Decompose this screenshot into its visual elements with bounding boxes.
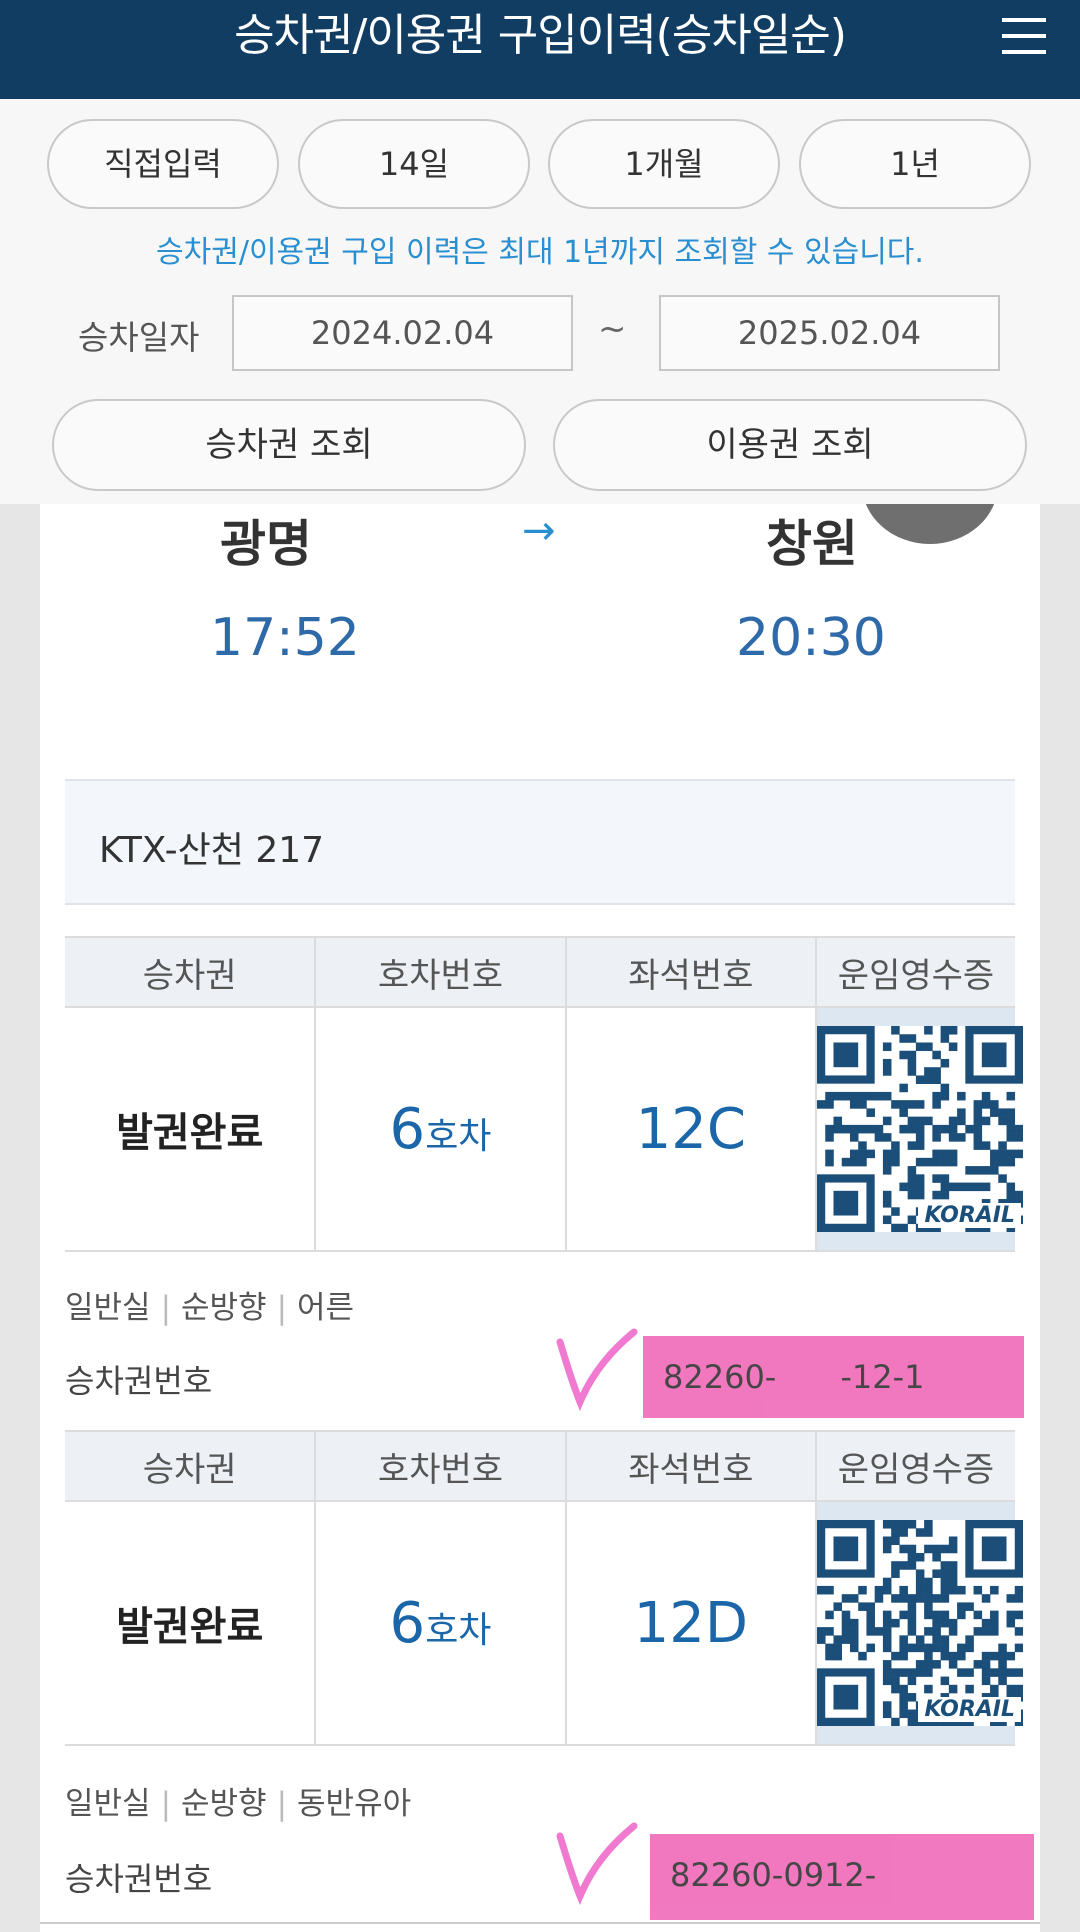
bottom-divider <box>40 1922 1040 1924</box>
seat-number: 12C <box>635 1096 746 1162</box>
period-info-text: 승차권/이용권 구입 이력은 최대 1년까지 조회할 수 있습니다. <box>156 235 924 270</box>
seat-direction: 순방향 <box>181 1290 267 1326</box>
car-cell: 6호차 <box>315 1501 567 1746</box>
period-1year-button[interactable]: 1년 <box>799 119 1031 209</box>
ticket-number: 82260-0912-12 -64 <box>650 1834 1034 1920</box>
ticket-card: 광명 → 창원 17:52 20:30 KTX-산천 217 승차권 호차번호 … <box>40 504 1040 1932</box>
seat-cell: 12C <box>565 1007 818 1252</box>
ticket-number: 82260- -12-1 0-67 <box>643 1336 1024 1478</box>
checkmark-annotation-icon <box>556 1822 638 1906</box>
ticket-status-cell: 발권완료 <box>65 1501 317 1746</box>
qr-code-icon[interactable]: KORAIL <box>817 1520 1024 1727</box>
ticket-number-label: 승차권번호 <box>65 1860 213 1898</box>
query-ticket-button[interactable]: 승차권 조회 <box>52 399 526 491</box>
overlay-circle <box>862 504 998 544</box>
receipt-qr-cell[interactable]: KORAIL <box>816 1501 1024 1746</box>
ticket-status: 발권완료 <box>116 1110 264 1156</box>
ticket-number-label: 승차권번호 <box>65 1362 213 1400</box>
class-type: 일반실 <box>65 1290 151 1326</box>
passenger-type: 어른 <box>297 1290 355 1326</box>
car-unit: 호차 <box>425 1115 492 1157</box>
ticket-attributes: 일반실 | 순방향 | 동반유아 <box>65 1786 412 1822</box>
seat-cell: 12D <box>565 1501 818 1746</box>
header-ticket: 승차권 <box>65 1430 317 1502</box>
arrival-station: 창원 <box>766 515 858 573</box>
period-14days-button[interactable]: 14일 <box>298 119 530 209</box>
car-number: 6 <box>389 1096 426 1162</box>
receipt-qr-cell[interactable]: KORAIL <box>816 1007 1024 1252</box>
ticket-status: 발권완료 <box>116 1604 264 1650</box>
date-from-field[interactable]: 2024.02.04 <box>232 295 573 371</box>
filter-panel: 직접입력 14일 1개월 1년 승차권/이용권 구입 이력은 최대 1년까지 조… <box>0 99 1080 504</box>
ticket-attributes: 일반실 | 순방향 | 어른 <box>65 1290 355 1326</box>
train-name: KTX-산천 217 <box>99 830 325 871</box>
seat-number: 12D <box>633 1590 749 1656</box>
app-header: 승차권/이용권 구입이력(승차일순) <box>0 0 1080 99</box>
arrow-right-icon: → <box>522 508 556 554</box>
checkmark-annotation-icon <box>556 1328 638 1412</box>
train-info-box: KTX-산천 217 <box>65 779 1015 905</box>
query-pass-button[interactable]: 이용권 조회 <box>553 399 1027 491</box>
car-number: 6 <box>389 1590 426 1656</box>
period-1month-button[interactable]: 1개월 <box>548 119 780 209</box>
car-cell: 6호차 <box>315 1007 567 1252</box>
ticket-table: 승차권 호차번호 좌석번호 운임영수증 발권완료 6호차 12D KORAIL <box>65 1430 1024 1746</box>
header-seat: 좌석번호 <box>565 936 818 1008</box>
ticket-table: 승차권 호차번호 좌석번호 운임영수증 발권완료 6호차 12C KORAIL <box>65 936 1024 1252</box>
departure-time: 17:52 <box>210 608 360 668</box>
car-unit: 호차 <box>425 1609 492 1651</box>
korail-logo: KORAIL <box>918 1203 1021 1228</box>
date-label: 승차일자 <box>78 318 200 357</box>
arrival-time: 20:30 <box>736 608 886 668</box>
header-receipt: 운임영수증 <box>816 1430 1015 1502</box>
header-car: 호차번호 <box>315 1430 567 1502</box>
header-receipt: 운임영수증 <box>816 936 1015 1008</box>
qr-code-icon[interactable]: KORAIL <box>817 1026 1024 1233</box>
seat-direction: 순방향 <box>181 1786 267 1822</box>
page-title: 승차권/이용권 구입이력(승차일순) <box>234 10 847 61</box>
korail-logo: KORAIL <box>918 1697 1021 1722</box>
date-range-separator: ~ <box>598 309 627 349</box>
ticket-status-cell: 발권완료 <box>65 1007 317 1252</box>
header-car: 호차번호 <box>315 936 567 1008</box>
date-to-field[interactable]: 2025.02.04 <box>659 295 1000 371</box>
class-type: 일반실 <box>65 1786 151 1822</box>
departure-station: 광명 <box>220 515 312 573</box>
passenger-type: 동반유아 <box>297 1786 412 1822</box>
header-seat: 좌석번호 <box>565 1430 818 1502</box>
period-custom-button[interactable]: 직접입력 <box>47 119 279 209</box>
header-ticket: 승차권 <box>65 936 317 1008</box>
hamburger-menu-icon[interactable] <box>1002 14 1046 60</box>
